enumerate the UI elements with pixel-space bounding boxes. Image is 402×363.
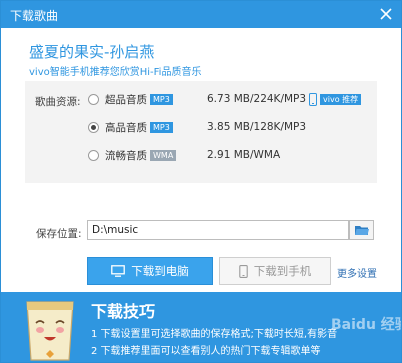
quality-option-super[interactable]: 超品音质 MP3 6.73 MB/224K/MP3 vivo 推荐 — [25, 91, 377, 111]
format-badge: MP3 — [150, 122, 173, 133]
quality-panel: 歌曲资源: 超品音质 MP3 6.73 MB/224K/MP3 vivo 推荐 … — [25, 81, 377, 183]
file-size: 3.85 MB/128K/MP3 — [207, 121, 307, 133]
tips-title: 下载技巧 — [91, 302, 156, 321]
download-to-phone-button[interactable]: 下载到手机 — [219, 257, 331, 285]
tips-banner: 下载技巧 1 下载设置里可选择歌曲的保存格式;下载时长短,有影音 2 下载推荐里… — [1, 292, 401, 362]
radio-button[interactable] — [88, 150, 99, 161]
radio-button-selected[interactable] — [88, 122, 99, 133]
save-path-input[interactable] — [87, 220, 349, 240]
file-size: 6.73 MB/224K/MP3 — [207, 93, 307, 105]
file-size: 2.91 MB/WMA — [207, 149, 281, 161]
quality-name: 流畅音质 — [105, 150, 147, 162]
save-location-label: 保存位置: — [36, 228, 82, 240]
folder-icon — [354, 226, 369, 235]
download-to-pc-label: 下载到电脑 — [131, 264, 189, 278]
download-song-dialog: 下载歌曲 盛夏的果实-孙启燕 vivo智能手机推荐您欣赏Hi-Fi品质音乐 歌曲… — [0, 0, 402, 363]
close-icon[interactable] — [375, 3, 397, 25]
song-subtitle: vivo智能手机推荐您欣赏Hi-Fi品质音乐 — [29, 67, 202, 78]
quality-option-smooth[interactable]: 流畅音质 WMA 2.91 MB/WMA — [25, 147, 377, 167]
quality-name: 高品音质 — [105, 122, 147, 134]
computer-icon — [111, 265, 126, 277]
browse-folder-button[interactable] — [349, 220, 374, 240]
title-bar[interactable]: 下载歌曲 — [1, 1, 401, 28]
radio-button[interactable] — [88, 94, 99, 105]
song-title: 盛夏的果实-孙启燕 — [29, 43, 155, 61]
phone-icon — [309, 93, 317, 106]
vivo-recommend-tag: vivo 推荐 — [320, 94, 362, 105]
mascot-icon — [26, 301, 74, 361]
window-title: 下载歌曲 — [10, 9, 59, 23]
more-settings-link[interactable]: 更多设置 — [337, 265, 377, 280]
tips-line-1: 1 下载设置里可选择歌曲的保存格式;下载时长短,有影音 — [91, 329, 338, 340]
download-to-phone-label: 下载到手机 — [253, 264, 312, 278]
watermark: Baidu 经验 — [331, 317, 401, 333]
format-badge: WMA — [150, 150, 177, 161]
tips-line-2: 2 下载推荐里面可以查看别人的热门下载专辑歌单等 — [91, 346, 321, 357]
quality-option-high[interactable]: 高品音质 MP3 3.85 MB/128K/MP3 — [25, 119, 377, 139]
vivo-recommend: vivo 推荐 — [308, 93, 362, 106]
download-to-pc-button[interactable]: 下载到电脑 — [87, 257, 213, 285]
format-badge: MP3 — [150, 94, 173, 105]
quality-name: 超品音质 — [105, 94, 147, 106]
phone-icon — [239, 264, 248, 278]
